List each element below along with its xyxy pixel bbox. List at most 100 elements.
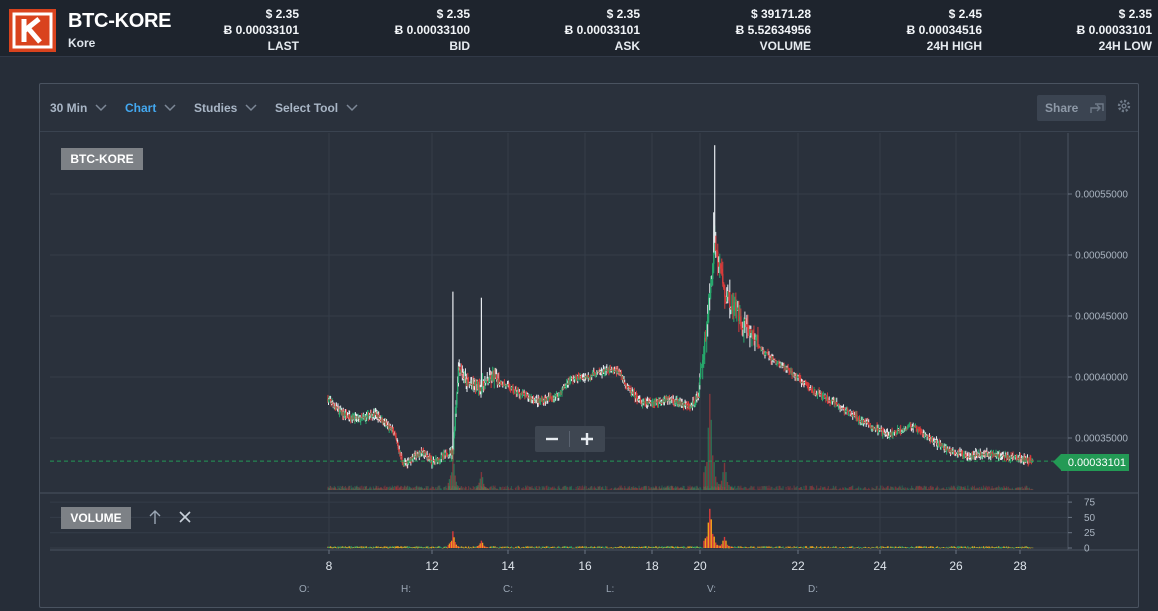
- candle-body: [721, 268, 723, 274]
- volume-bar: [426, 546, 428, 548]
- volume-bar: [791, 547, 793, 548]
- chart-panel: 30 Min Chart Studies Select Tool Share 0…: [39, 83, 1139, 608]
- candle-body: [788, 368, 790, 371]
- volume-overlay-bar: [937, 487, 939, 490]
- market-header: BTC-KORE Kore $ 2.35 Ƀ 0.00033101 LAST $…: [0, 0, 1158, 57]
- volume-bar: [425, 547, 427, 549]
- volume-bar: [796, 546, 798, 548]
- volume-bar: [989, 547, 991, 549]
- volume-bar: [394, 547, 396, 549]
- y-tick-label: 0.00040000: [1075, 373, 1128, 384]
- zoom-out-button[interactable]: [535, 426, 569, 452]
- volume-bar: [365, 546, 368, 548]
- volume-bar: [957, 546, 959, 548]
- volume-bar: [1000, 547, 1002, 548]
- volume-bar: [815, 546, 818, 548]
- candle-body: [724, 288, 726, 297]
- stat-btc: Ƀ 5.52634956: [735, 23, 811, 37]
- volume-bar: [360, 547, 362, 548]
- volume-overlay-bar: [1026, 487, 1029, 490]
- stat-24h-high: $ 2.45 Ƀ 0.00034516 24H HIGH: [907, 6, 982, 54]
- candle-body: [745, 319, 747, 325]
- volume-bar: [904, 546, 906, 548]
- volume-overlay-bar: [573, 488, 575, 490]
- volume-overlay-bar: [796, 486, 798, 490]
- volume-bar: [880, 547, 882, 549]
- volume-study-tag: VOLUME: [61, 507, 131, 529]
- stat-usd: $ 2.35: [1118, 7, 1152, 21]
- volume-bar: [512, 547, 514, 549]
- plus-icon: [581, 433, 593, 445]
- volume-overlay-bar: [512, 488, 514, 490]
- volume-bar: [515, 546, 517, 548]
- volume-bar: [416, 546, 418, 548]
- volume-burst-bar: [720, 544, 723, 548]
- volume-overlay-bar: [361, 485, 363, 490]
- volume-bar: [993, 547, 995, 548]
- candle-body: [755, 337, 757, 341]
- candle-body: [704, 337, 706, 355]
- volume-overlay-burst: [728, 484, 730, 490]
- candle-body: [814, 390, 816, 394]
- volume-overlay-bar: [967, 485, 969, 490]
- volume-overlay-burst: [729, 486, 732, 490]
- ohlc-high: H:: [401, 584, 411, 595]
- candle-body: [772, 356, 774, 361]
- volume-bar: [407, 546, 409, 548]
- candle-body: [729, 292, 731, 308]
- volume-bar: [349, 546, 351, 548]
- price-chart[interactable]: 0.00055000 0.00050000 0.00045000 0.00040000…: [40, 84, 1138, 607]
- candle-body: [779, 363, 781, 366]
- volume-bar: [646, 546, 648, 548]
- volume-overlay-bar: [968, 488, 970, 490]
- volume-overlay-bar: [400, 486, 402, 490]
- volume-bar: [400, 546, 402, 548]
- volume-overlay-bar: [518, 487, 520, 490]
- volume-bar: [983, 547, 985, 549]
- volume-bar: [662, 547, 664, 549]
- volume-bar: [393, 546, 396, 548]
- pair-title: BTC-KORE: [68, 10, 172, 32]
- volume-bar: [876, 546, 878, 548]
- volume-bar: [805, 546, 808, 548]
- ohlc-close: C:: [503, 584, 513, 595]
- volume-overlay-burst: [717, 486, 720, 490]
- volume-overlay-burst: [703, 472, 705, 490]
- candle-body: [366, 414, 368, 418]
- x-tick-label: 8: [326, 559, 333, 573]
- candle-body: [415, 456, 417, 458]
- volume-burst-bar: [731, 546, 733, 548]
- ohlc-low: L:: [606, 584, 615, 595]
- volume-overlay-bar: [331, 487, 333, 490]
- arrow-up-icon[interactable]: [147, 508, 163, 526]
- volume-bar: [362, 546, 364, 548]
- candle-body: [699, 367, 702, 378]
- volume-bar: [1027, 547, 1029, 549]
- volume-bar: [424, 547, 426, 548]
- candle-body: [746, 324, 748, 328]
- close-icon[interactable]: [176, 508, 194, 526]
- volume-overlay-burst: [704, 466, 707, 490]
- candle-body: [868, 422, 870, 425]
- candle-body: [701, 359, 704, 367]
- candle-body: [711, 279, 713, 286]
- zoom-in-button[interactable]: [570, 426, 604, 452]
- volume-bar: [1032, 547, 1034, 549]
- stat-btc: Ƀ 0.00033101: [564, 23, 640, 37]
- volume-overlay-bar: [996, 487, 998, 490]
- volume-bar: [462, 546, 464, 548]
- candle-body: [735, 302, 737, 312]
- candle-body: [708, 297, 710, 314]
- volume-bar: [360, 547, 362, 549]
- volume-bar: [996, 546, 998, 548]
- volume-burst-bar: [704, 538, 707, 548]
- volume-bar: [388, 547, 390, 549]
- volume-bar: [427, 546, 429, 548]
- volume-bar: [982, 546, 985, 548]
- stat-last: $ 2.35 Ƀ 0.00033101 LAST: [224, 6, 299, 54]
- volume-bar: [468, 547, 470, 549]
- candle-body: [984, 454, 986, 456]
- volume-bar: [792, 547, 794, 549]
- volume-bar: [987, 546, 989, 548]
- volume-burst-bar: [723, 536, 726, 548]
